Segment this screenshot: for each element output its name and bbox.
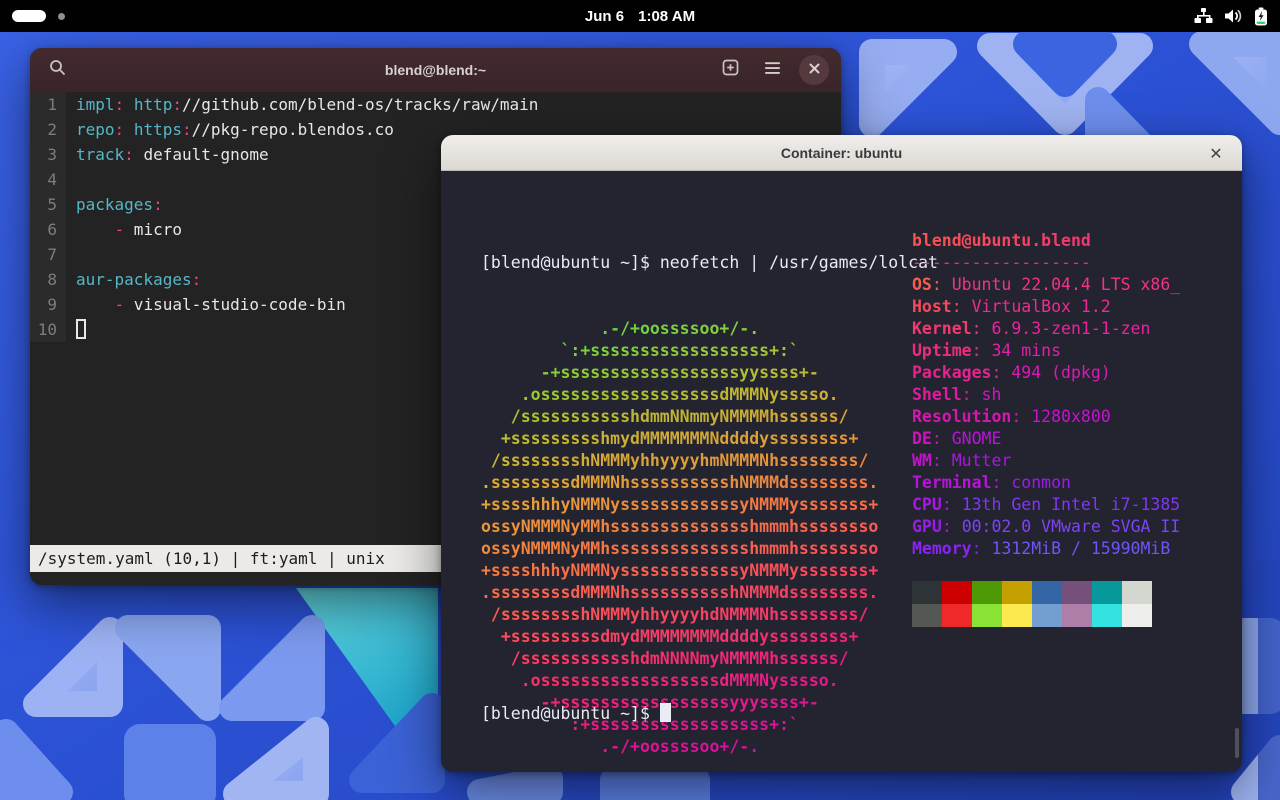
art-line: +sssssssssdmydMMMMMMMMddddyssssssss+ <box>481 626 938 648</box>
info-row: WM: Mutter <box>912 450 1180 472</box>
scrollbar-thumb[interactable] <box>1235 728 1239 758</box>
art-line: -+ssssssssssssssssssyyssss+- <box>481 362 938 384</box>
new-tab-button[interactable] <box>715 55 745 85</box>
palette-swatch <box>1062 581 1092 604</box>
new-tab-icon <box>722 59 739 81</box>
shell-prompt-line: [blend@ubuntu ~]$ neofetch | /usr/games/… <box>481 252 938 274</box>
close-button[interactable] <box>799 55 829 85</box>
palette-swatch <box>972 581 1002 604</box>
neofetch-user-host: blend@ubuntu.blend <box>912 230 1180 252</box>
art-line: /sssssssshNMMMyhhyyyyhmNMMMNhssssssss/ <box>481 450 938 472</box>
neofetch-info: blend@ubuntu.blend------------------OS: … <box>912 230 1180 627</box>
palette-swatch <box>912 604 942 627</box>
palette-swatch <box>912 581 942 604</box>
info-row: Host: VirtualBox 1.2 <box>912 296 1180 318</box>
container-window: Container: ubuntu ✕ [blend@ubuntu ~]$ ne… <box>441 135 1242 772</box>
editor-line: 1impl: http://github.com/blend-os/tracks… <box>30 92 841 117</box>
info-row: Uptime: 34 mins <box>912 340 1180 362</box>
art-line: ossyNMMMNyMMhsssssssssssssshmmmhssssssso <box>481 516 938 538</box>
close-icon <box>809 61 820 79</box>
palette-swatch <box>942 604 972 627</box>
volume-icon <box>1224 7 1243 25</box>
shell-prompt-line: [blend@ubuntu ~]$ <box>481 703 671 725</box>
palette-swatch <box>1032 604 1062 627</box>
art-line: +ssssssssshmydMMMMMMMNddddyssssssss+ <box>481 428 938 450</box>
art-line: /ssssssssssshdmNNNNmyNMMMMhssssss/ <box>481 648 938 670</box>
art-line: +sssshhhyNMMNyssssssssssssyNMMMysssssss+ <box>481 494 938 516</box>
art-line: .ssssssssdMMMNhsssssssssshNMMMdssssssss. <box>481 472 938 494</box>
shell-command: neofetch | /usr/games/lolcat <box>660 253 938 272</box>
info-row: CPU: 13th Gen Intel i7-1385 <box>912 494 1180 516</box>
palette-swatch <box>1092 581 1122 604</box>
terminal-titlebar[interactable]: blend@blend:~ <box>30 48 841 92</box>
palette-swatch <box>1002 581 1032 604</box>
palette-swatch <box>942 581 972 604</box>
palette-swatch <box>1032 581 1062 604</box>
palette-swatch <box>972 604 1002 627</box>
palette-swatch <box>1122 581 1152 604</box>
terminal-cursor <box>660 703 671 722</box>
neofetch-underline: ------------------ <box>912 252 1180 274</box>
hamburger-menu-icon <box>764 61 781 80</box>
close-icon: ✕ <box>1209 144 1222 163</box>
network-wired-icon <box>1194 7 1213 25</box>
art-line: +sssshhhyNMMNyssssssssssssyNMMMysssssss+ <box>481 560 938 582</box>
search-button[interactable] <box>42 55 72 85</box>
palette-swatch <box>1122 604 1152 627</box>
neofetch-ascii-logo: .-/+oossssoo+/-. `:+ssssssssssssssssss+:… <box>481 318 938 758</box>
art-line: `:+ssssssssssssssssss+:` <box>481 340 938 362</box>
info-row: Kernel: 6.9.3-zen1-1-zen <box>912 318 1180 340</box>
info-row: Resolution: 1280x800 <box>912 406 1180 428</box>
container-terminal[interactable]: [blend@ubuntu ~]$ neofetch | /usr/games/… <box>441 171 1242 772</box>
art-line: /sssssssshNMMMyhhyyyyhdNMMMNhssssssss/ <box>481 604 938 626</box>
palette-swatch <box>1002 604 1032 627</box>
menu-button[interactable] <box>757 55 787 85</box>
container-close-button[interactable]: ✕ <box>1202 135 1230 171</box>
container-titlebar[interactable]: Container: ubuntu ✕ <box>441 135 1242 171</box>
art-line: .ossssssssssssssssssdMMMNysssso. <box>481 670 938 692</box>
art-line: ossyNMMMNyMMhsssssssssssssshmmmhssssssso <box>481 538 938 560</box>
clock-time: 1:08 AM <box>638 8 695 25</box>
info-row: Packages: 494 (dpkg) <box>912 362 1180 384</box>
info-row: Memory: 1312MiB / 15990MiB <box>912 538 1180 560</box>
info-row: Shell: sh <box>912 384 1180 406</box>
clock[interactable]: Jun 6 1:08 AM <box>585 0 695 32</box>
battery-charging-icon <box>1254 7 1268 26</box>
container-window-title: Container: ubuntu <box>781 145 902 161</box>
art-line: /ssssssssssshdmmNNmmyNMMMMhssssss/ <box>481 406 938 428</box>
art-line: .ssssssssdMMMNhsssssssssshNMMMdssssssss. <box>481 582 938 604</box>
palette-swatch <box>1062 604 1092 627</box>
workspace-indicator-active[interactable] <box>12 10 46 22</box>
top-bar: Jun 6 1:08 AM <box>0 0 1280 32</box>
system-status-area[interactable] <box>1194 7 1268 26</box>
editor-cursor <box>76 319 86 339</box>
terminal-color-palette <box>912 581 1180 627</box>
palette-swatch <box>1092 604 1122 627</box>
clock-date: Jun 6 <box>585 8 624 25</box>
art-line: .-/+oossssoo+/-. <box>481 318 938 340</box>
info-row: OS: Ubuntu 22.04.4 LTS x86_ <box>912 274 1180 296</box>
info-row: Terminal: conmon <box>912 472 1180 494</box>
info-row: GPU: 00:02.0 VMware SVGA II <box>912 516 1180 538</box>
art-line: .-/+oossssoo+/-. <box>481 736 938 758</box>
info-row: DE: GNOME <box>912 428 1180 450</box>
search-icon <box>49 59 66 81</box>
workspace-indicator-dot[interactable] <box>58 13 65 20</box>
art-line: .ossssssssssssssssssdMMMNysssso. <box>481 384 938 406</box>
